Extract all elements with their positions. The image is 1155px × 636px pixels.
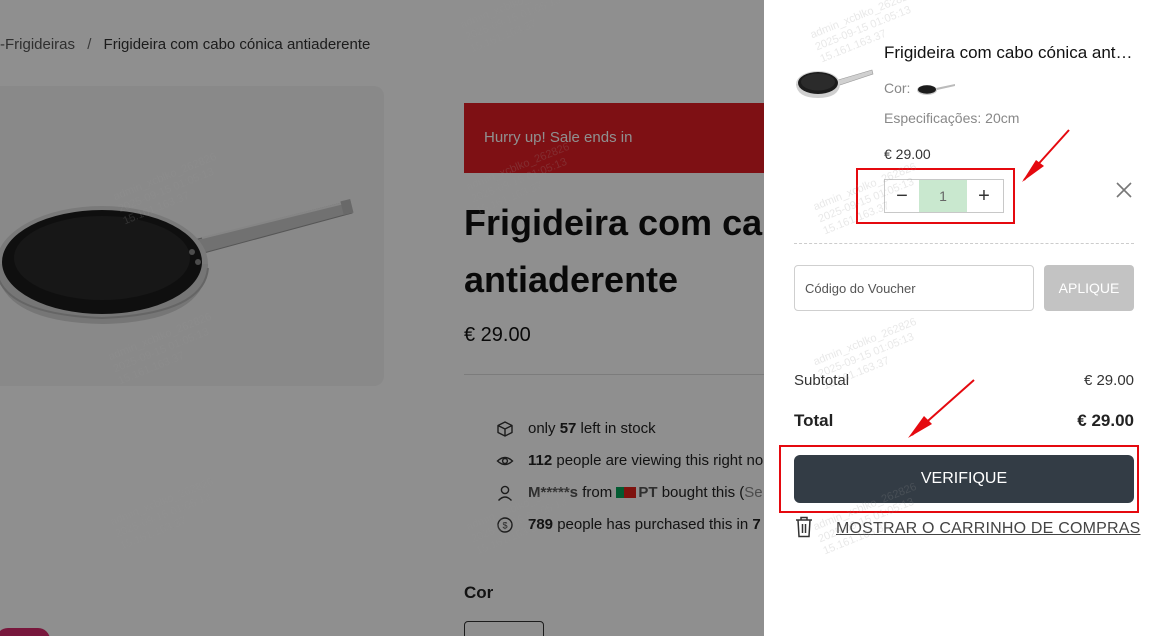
color-variant-thumbnail [917, 84, 955, 95]
trash-icon[interactable] [794, 516, 814, 538]
close-icon [1116, 182, 1132, 198]
subtotal-value: € 29.00 [1083, 372, 1134, 389]
cart-item-spec: Especificações: 20cm [884, 110, 1020, 126]
voucher-code-input[interactable] [794, 265, 1034, 311]
cart-item-color-label: Cor: [884, 80, 911, 96]
quantity-highlight-box [856, 168, 1015, 224]
subtotal-label: Subtotal [794, 372, 850, 389]
total-label: Total [794, 411, 834, 430]
cart-item-thumbnail[interactable] [794, 58, 874, 108]
total-value: € 29.00 [1077, 411, 1134, 430]
cart-drawer: Frigideira com cabo cónica antiaderente … [764, 0, 1155, 636]
remove-item-button[interactable] [1114, 180, 1134, 200]
checkout-highlight-box [779, 445, 1139, 513]
apply-voucher-button[interactable]: APLIQUE [1044, 265, 1134, 311]
divider [794, 243, 1134, 244]
modal-backdrop[interactable] [0, 0, 764, 636]
product-page: -Frigideiras / Frigideira com cabo cónic… [0, 0, 764, 636]
view-cart-link[interactable]: MOSTRAR O CARRINHO DE COMPRAS [836, 520, 1141, 538]
cart-item-price: € 29.00 [884, 146, 931, 162]
cart-item-name[interactable]: Frigideira com cabo cónica antiaderente [884, 43, 1136, 63]
